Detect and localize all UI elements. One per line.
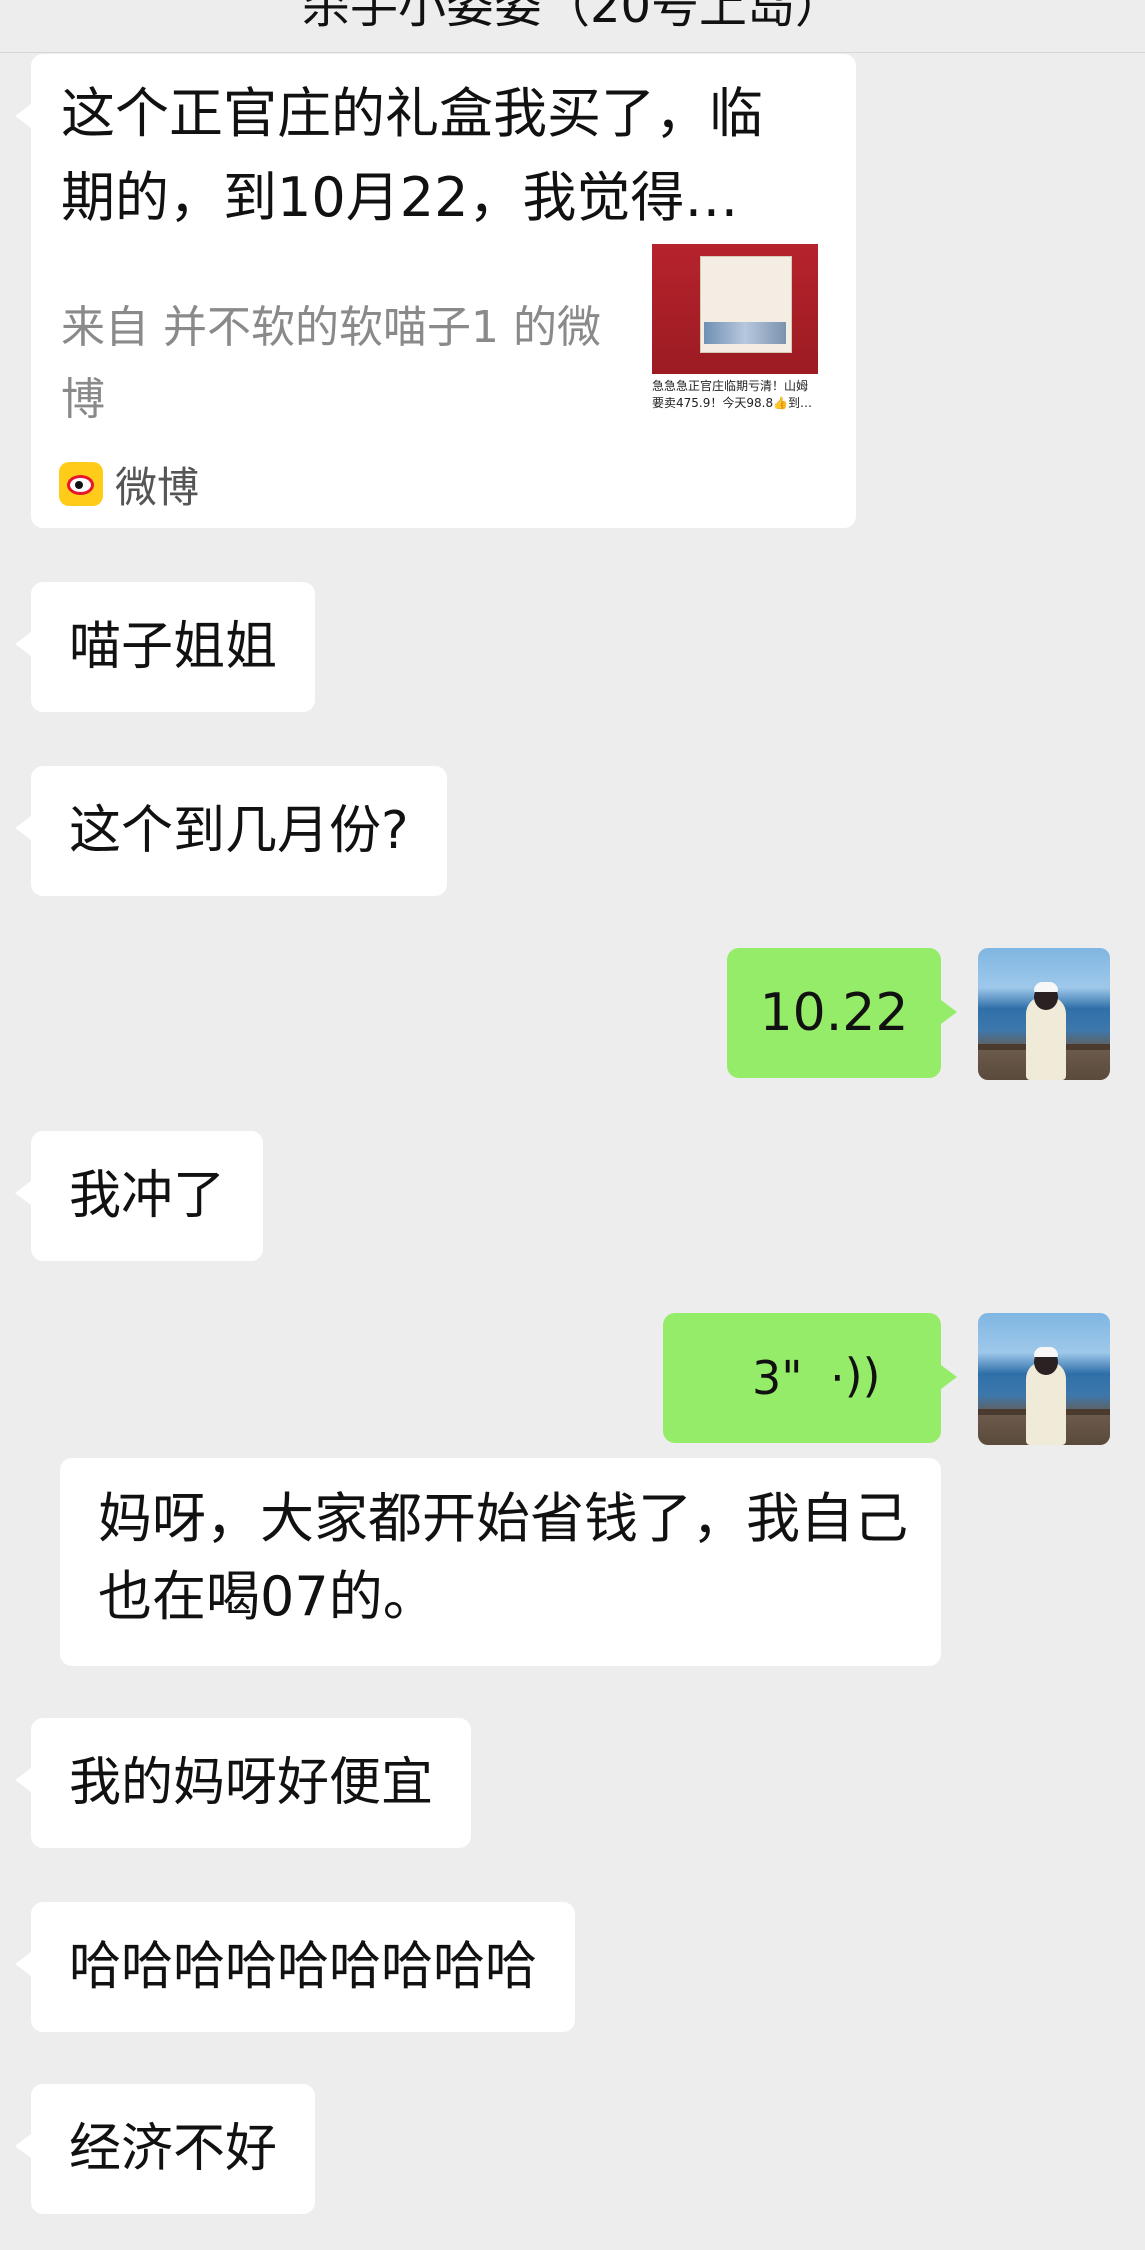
message-text: 我冲了 xyxy=(69,1166,226,1226)
message-text: 哈哈哈哈哈哈哈哈哈 xyxy=(69,1937,538,1997)
message-text: 喵子姐姐 xyxy=(69,617,278,677)
message-text: 10.22 xyxy=(759,983,909,1043)
message-bubble[interactable]: 这个到几月份? xyxy=(15,766,447,896)
chat-header: 杀手小姿姿（20号上岛） xyxy=(0,0,1145,53)
card-source-app: 微博 xyxy=(115,462,200,512)
voice-wave-icon: ((· xyxy=(830,1351,881,1405)
avatar-cap xyxy=(1034,982,1058,992)
message-bubble[interactable]: 经济不好 xyxy=(14,2084,316,2214)
voice-duration: 3" xyxy=(752,1351,803,1405)
my-avatar[interactable] xyxy=(978,1313,1110,1445)
thumbnail-caption: 急急急正官庄临期亏清！山姆要卖475.9！今天98.8👍到… xyxy=(652,379,813,410)
my-message-bubble[interactable]: 10.22 xyxy=(727,948,957,1078)
card-source-line: 来自 并不软的软喵子1 的微博 xyxy=(61,302,601,425)
message-bubble[interactable]: 妈呀，大家都开始省钱了，我自己也在喝07的。 xyxy=(60,1458,941,1666)
message-text: 妈呀，大家都开始省钱了，我自己也在喝07的。 xyxy=(98,1487,908,1628)
card-text: 这个正官庄的礼盒我买了，临期的，到10月22，我觉得… xyxy=(61,82,763,229)
message-bubble[interactable]: 哈哈哈哈哈哈哈哈哈 xyxy=(14,1902,576,2032)
chat-title: 杀手小姿姿（20号上岛） xyxy=(301,0,844,34)
weibo-icon xyxy=(59,462,103,506)
message-text: 这个到几月份? xyxy=(69,801,409,861)
message-bubble[interactable]: 我的妈呀好便宜 xyxy=(14,1718,472,1848)
weibo-share-card[interactable]: 这个正官庄的礼盒我买了，临期的，到10月22，我觉得… 来自 并不软的软喵子1 … xyxy=(15,54,856,528)
card-source: 微博 xyxy=(59,456,199,512)
avatar-cap xyxy=(1034,1347,1058,1357)
message-text: 我的妈呀好便宜 xyxy=(69,1753,434,1813)
message-bubble[interactable]: 喵子姐姐 xyxy=(14,582,316,712)
message-bubble[interactable]: 我冲了 xyxy=(14,1131,264,1261)
message-text: 经济不好 xyxy=(69,2119,278,2179)
product-image xyxy=(652,244,818,374)
my-avatar[interactable] xyxy=(978,948,1110,1080)
card-thumbnail: 急急急正官庄临期亏清！山姆要卖475.9！今天98.8👍到… xyxy=(652,244,818,430)
gift-box-scene xyxy=(704,322,786,344)
voice-message-bubble[interactable]: 3" ((· xyxy=(663,1313,957,1443)
